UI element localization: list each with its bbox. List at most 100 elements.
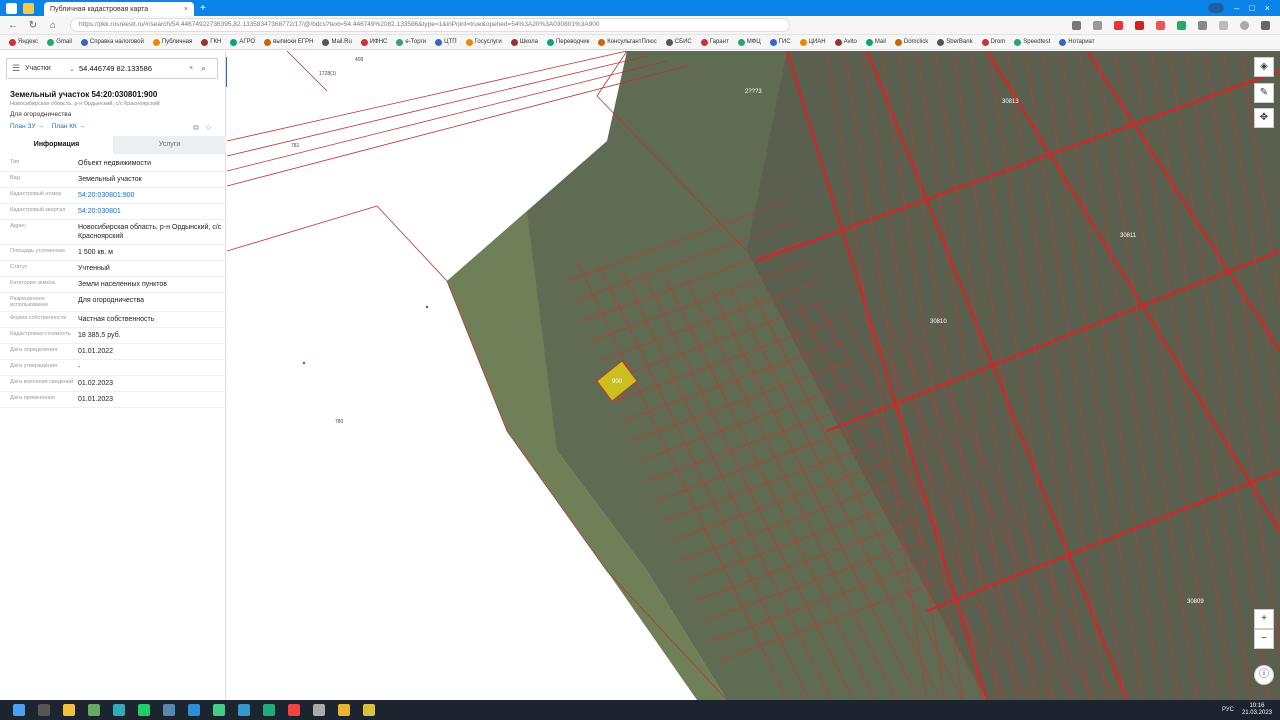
clear-icon[interactable]: × [189, 65, 201, 72]
bookmark-item[interactable]: Speedtest [1014, 38, 1050, 46]
chevron-down-icon[interactable]: ⌄ [69, 65, 79, 73]
bookmark-item[interactable]: Mail [865, 38, 886, 46]
bookmark-label: Drom [990, 39, 1006, 45]
bookmark-item[interactable]: Справка налоговой [80, 38, 144, 46]
layers-button[interactable]: ◈ [1254, 57, 1274, 77]
quarter-label: 30809 [1187, 599, 1204, 605]
calculator-icon[interactable] [163, 704, 175, 716]
search-icon[interactable]: ⌕ [201, 63, 217, 74]
attribute-key: Разрешенное использование [10, 296, 49, 308]
bookmark-item[interactable]: СБИС [665, 38, 692, 46]
window-icon[interactable] [6, 2, 17, 14]
avatar[interactable] [1240, 20, 1249, 30]
bookmark-item[interactable]: выписки ЕГРН [264, 38, 313, 46]
map-label-780: 780 [335, 419, 344, 425]
search-box[interactable]: ☰ Участки ⌄ 54.446749 82.133586 × ⌕ [6, 58, 218, 79]
profile-badge[interactable] [1208, 3, 1225, 13]
zoom-in-button[interactable]: + [1254, 609, 1274, 629]
locate-button[interactable]: ✥ [1254, 108, 1274, 128]
app-icon[interactable] [363, 704, 375, 716]
start-icon[interactable] [13, 704, 25, 716]
attribute-value[interactable]: 54:20:030801:900 [78, 191, 226, 200]
copy-icon[interactable]: ⧉ [193, 123, 199, 133]
maximize-icon[interactable]: □ [1249, 3, 1254, 13]
menu-icon[interactable]: ☰ [7, 63, 25, 74]
bookmark-label: ЦИАН [808, 39, 826, 45]
bookmark-item[interactable]: ИФНС [360, 38, 387, 46]
bookmark-item[interactable]: Gmail [47, 38, 72, 46]
bookmark-item[interactable]: МФЦ [737, 38, 761, 46]
bookmark-item[interactable]: Школа [510, 38, 538, 46]
attribute-value[interactable]: 54:20:030801 [78, 207, 226, 216]
ext-icon[interactable] [1177, 20, 1186, 30]
attribute-key: Кадастровый номер [10, 191, 62, 197]
zoom-out-button[interactable]: − [1254, 629, 1274, 649]
plan-zu-link[interactable]: План ЗУ → [10, 123, 44, 130]
language-indicator[interactable]: РУС [1222, 707, 1234, 713]
ext-icon[interactable] [1198, 20, 1207, 30]
minimize-icon[interactable]: – [1234, 3, 1239, 13]
bookmark-item[interactable]: Mail.Ru [322, 38, 352, 46]
bookmark-item[interactable]: Avito [834, 38, 857, 46]
browser-tab[interactable]: Публичная кадастровая карта × [44, 2, 194, 16]
bookmark-item[interactable]: ЦИАН [799, 38, 826, 46]
edge-icon[interactable] [188, 704, 200, 716]
bookmark-label: АГРО [239, 39, 256, 45]
bookmark-item[interactable]: SberBank [937, 38, 973, 46]
measure-button[interactable]: ✎ [1254, 83, 1274, 103]
bookmark-item[interactable]: Нотариат [1059, 38, 1095, 46]
explorer-icon[interactable] [63, 704, 75, 716]
bookmark-item[interactable]: Domclick [894, 38, 928, 46]
mail-icon[interactable] [23, 2, 34, 14]
search-category[interactable]: Участки [25, 65, 69, 72]
telegram-icon[interactable] [113, 704, 125, 716]
clock[interactable]: 10:16 21.03.2023 [1242, 703, 1272, 717]
bookmark-item[interactable]: ЦТП [435, 38, 457, 46]
bookmark-item[interactable]: Гарант [700, 38, 729, 46]
app-icon[interactable] [213, 704, 225, 716]
star-icon[interactable] [1219, 20, 1228, 30]
app-icon[interactable] [313, 704, 325, 716]
new-tab-icon[interactable]: + [200, 3, 206, 14]
close-window-icon[interactable]: × [1265, 3, 1270, 13]
ext-icon[interactable] [1135, 20, 1144, 30]
home-icon[interactable]: ⌂ [46, 20, 60, 31]
close-tab-icon[interactable]: × [184, 6, 188, 13]
ext-icon[interactable] [1156, 20, 1165, 30]
app-icon[interactable] [88, 704, 100, 716]
bookmark-item[interactable]: Публичная [152, 38, 192, 46]
bookmark-item[interactable]: Яндекс [9, 38, 38, 46]
url-input[interactable]: https://pkk.rosreestr.ru/#/search/54.446… [70, 18, 790, 32]
ext-icon[interactable] [1114, 20, 1123, 30]
info-button[interactable]: ⓘ [1254, 665, 1274, 685]
table-row: Вид Земельный участок [0, 172, 226, 188]
map-canvas[interactable]: 900 409 1728(1) 781 780 2???3 30813 3081… [227, 51, 1280, 700]
ext-icon[interactable] [1072, 20, 1081, 30]
back-icon[interactable]: ← [6, 20, 20, 31]
reload-icon[interactable]: ↻ [26, 20, 40, 31]
excel-icon[interactable] [263, 704, 275, 716]
tab-services[interactable]: Услуги [113, 136, 226, 154]
whatsapp-icon[interactable] [138, 704, 150, 716]
bookmark-item[interactable]: ГКН [201, 38, 221, 46]
bookmark-item[interactable]: ГИС [769, 38, 791, 46]
more-icon[interactable] [1261, 20, 1270, 30]
tab-information[interactable]: Информация [0, 136, 113, 154]
bookmark-item[interactable]: e-Торги [396, 38, 426, 46]
bookmark-item[interactable]: АГРО [230, 38, 256, 46]
favorite-star-icon[interactable]: ☆ [205, 123, 212, 133]
app-icon[interactable] [288, 704, 300, 716]
cadastral-map[interactable]: 900 409 1728(1) 781 780 2???3 30813 3081… [227, 51, 1280, 700]
mail-taskbar-icon[interactable] [238, 704, 250, 716]
plan-kk-link[interactable]: План КК → [52, 123, 85, 130]
bookmark-item[interactable]: Drom [981, 38, 1006, 46]
bookmark-item[interactable]: Госуслуги [465, 38, 502, 46]
bookmark-item[interactable]: КонсультантПлюс [598, 38, 657, 46]
bookmark-label: Школа [519, 39, 538, 45]
folder-icon[interactable] [338, 704, 350, 716]
ext-icon[interactable] [1093, 20, 1102, 30]
search-taskbar-icon[interactable] [38, 704, 50, 716]
search-input[interactable]: 54.446749 82.133586 [79, 64, 189, 73]
bookmark-item[interactable]: Переводчик [546, 38, 589, 46]
bookmark-label: Нотариат [1068, 39, 1095, 45]
